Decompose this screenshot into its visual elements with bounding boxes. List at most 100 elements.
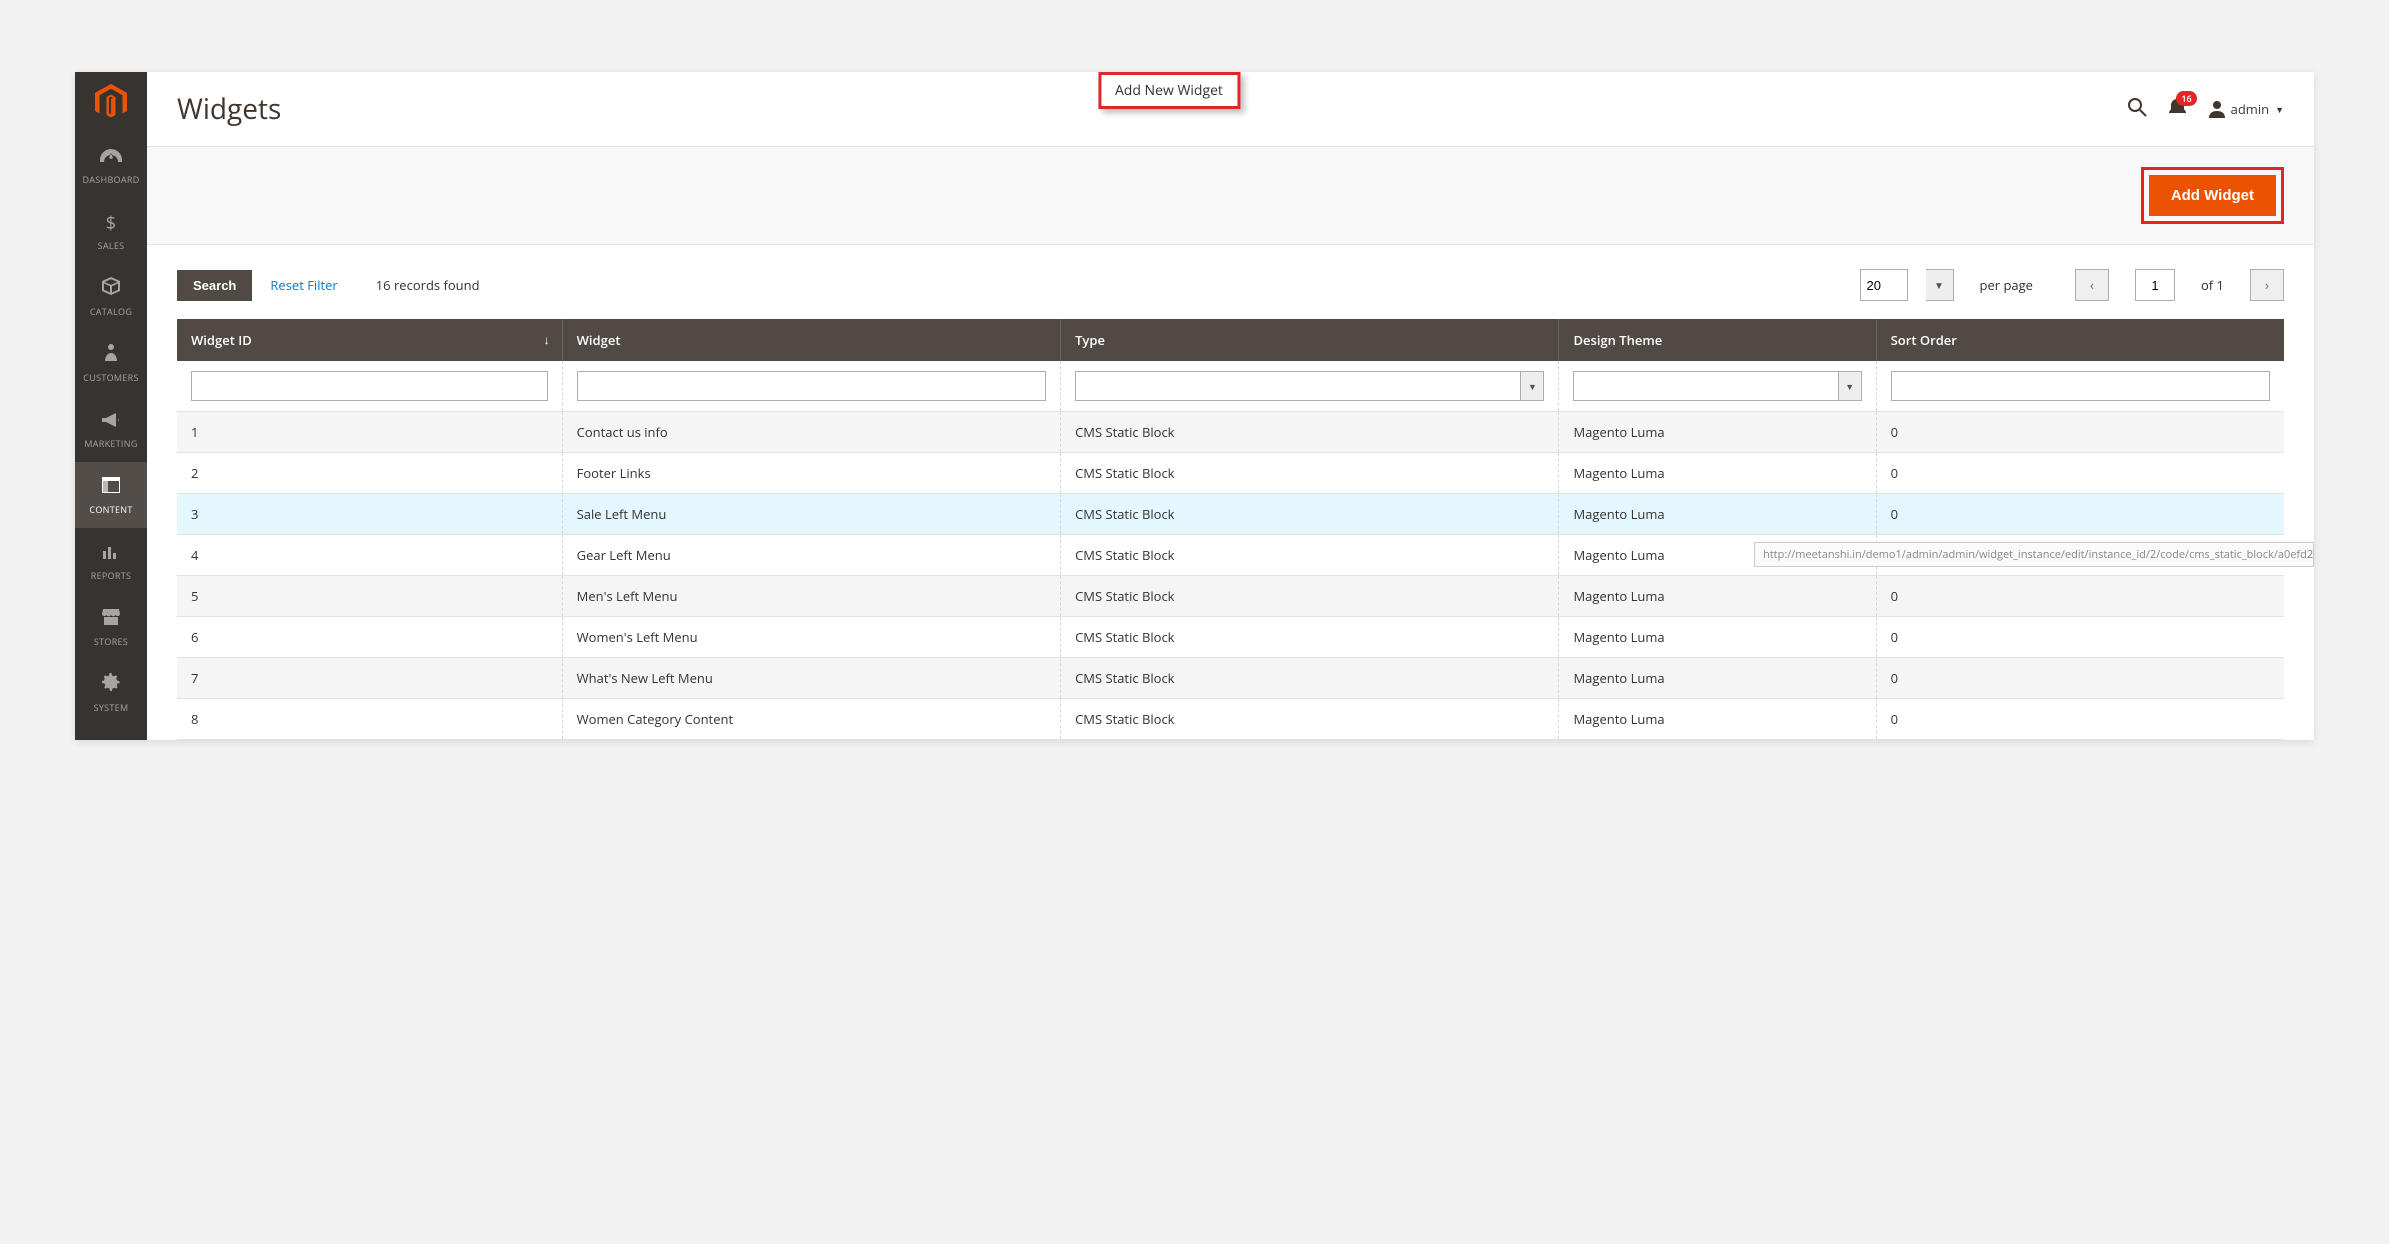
cell-widget: Women Category Content xyxy=(562,699,1060,740)
sidebar-item-catalog[interactable]: CATALOG xyxy=(75,264,147,330)
sidebar-item-label: MARKETING xyxy=(84,437,137,450)
table-row[interactable]: 7What's New Left MenuCMS Static BlockMag… xyxy=(177,658,2284,699)
cell-theme: Magento Luma xyxy=(1559,576,1876,617)
callout-add-new-widget: Add New Widget xyxy=(1098,72,1240,109)
widgets-table: Widget ID↓ Widget Type Design Theme Sort… xyxy=(177,319,2284,740)
cell-theme: Magento Luma xyxy=(1559,617,1876,658)
sidebar-item-dashboard[interactable]: DASHBOARD xyxy=(75,132,147,198)
cell-id: 2 xyxy=(177,453,562,494)
cell-type: CMS Static Block xyxy=(1061,576,1559,617)
table-row[interactable]: 2Footer LinksCMS Static BlockMagento Lum… xyxy=(177,453,2284,494)
prev-page-button[interactable]: ‹ xyxy=(2075,269,2109,301)
sidebar-item-label: CATALOG xyxy=(90,305,132,318)
cell-theme: Magento Luma xyxy=(1559,699,1876,740)
caret-down-icon: ▼ xyxy=(1520,371,1544,401)
column-header-theme[interactable]: Design Theme xyxy=(1559,319,1876,361)
user-icon xyxy=(2209,100,2225,118)
of-pages-label: of 1 xyxy=(2201,276,2224,294)
admin-user-menu[interactable]: admin ▼ xyxy=(2209,100,2284,118)
sidebar-item-stores[interactable]: STORES xyxy=(75,594,147,660)
sidebar-item-marketing[interactable]: MARKETING xyxy=(75,396,147,462)
cell-type: CMS Static Block xyxy=(1061,699,1559,740)
sidebar-item-label: CONTENT xyxy=(89,503,132,516)
bar-chart-icon xyxy=(103,541,119,565)
cell-type: CMS Static Block xyxy=(1061,658,1559,699)
cell-theme: Magento Luma xyxy=(1559,494,1876,535)
add-widget-button[interactable]: Add Widget xyxy=(2149,175,2276,216)
highlight-frame: Add Widget xyxy=(2141,167,2284,224)
table-header-row: Widget ID↓ Widget Type Design Theme Sort… xyxy=(177,319,2284,361)
gauge-icon xyxy=(100,145,122,169)
cell-type: CMS Static Block xyxy=(1061,535,1559,576)
filter-select-type[interactable] xyxy=(1075,371,1520,401)
per-page-dropdown-button[interactable]: ▼ xyxy=(1926,269,1954,301)
sidebar: DASHBOARD $ SALES CATALOG CUSTOMERS MARK… xyxy=(75,72,147,740)
filter-input-widget[interactable] xyxy=(577,371,1046,401)
cell-id: 1 xyxy=(177,412,562,453)
table-row[interactable]: 1Contact us infoCMS Static BlockMagento … xyxy=(177,412,2284,453)
cell-id: 8 xyxy=(177,699,562,740)
cell-sort: 0 xyxy=(1876,617,2284,658)
table-row[interactable]: 8Women Category ContentCMS Static BlockM… xyxy=(177,699,2284,740)
main-content: Widgets 16 admin ▼ Add Widget xyxy=(147,72,2314,740)
cell-type: CMS Static Block xyxy=(1061,617,1559,658)
filter-input-sort[interactable] xyxy=(1891,371,2270,401)
layout-icon xyxy=(102,475,120,499)
cell-widget: Women's Left Menu xyxy=(562,617,1060,658)
search-icon[interactable] xyxy=(2127,97,2147,121)
search-button[interactable]: Search xyxy=(177,270,252,301)
sidebar-item-label: DASHBOARD xyxy=(82,173,139,186)
notifications-icon[interactable]: 16 xyxy=(2169,97,2187,121)
header-actions: 16 admin ▼ xyxy=(2127,97,2284,121)
cell-widget: What's New Left Menu xyxy=(562,658,1060,699)
column-header-id[interactable]: Widget ID↓ xyxy=(177,319,562,361)
sidebar-item-sales[interactable]: $ SALES xyxy=(75,198,147,264)
next-page-button[interactable]: › xyxy=(2250,269,2284,301)
caret-down-icon: ▼ xyxy=(1838,371,1862,401)
magento-logo-icon xyxy=(95,84,127,120)
cell-sort: 0 xyxy=(1876,576,2284,617)
cell-theme: Magento Luma xyxy=(1559,453,1876,494)
gear-icon xyxy=(102,673,120,697)
per-page-input[interactable] xyxy=(1860,269,1908,301)
app-wrapper: Add New Widget DASHBOARD $ SALES CATALOG xyxy=(75,72,2314,740)
filter-select-theme[interactable] xyxy=(1573,371,1837,401)
cell-id: 7 xyxy=(177,658,562,699)
sidebar-item-label: STORES xyxy=(94,635,128,648)
cell-widget: Contact us info xyxy=(562,412,1060,453)
reset-filter-link[interactable]: Reset Filter xyxy=(270,276,337,294)
sidebar-item-reports[interactable]: REPORTS xyxy=(75,528,147,594)
page-input[interactable] xyxy=(2135,269,2175,301)
magento-logo[interactable] xyxy=(75,72,147,132)
sidebar-item-content[interactable]: CONTENT xyxy=(75,462,147,528)
sidebar-item-system[interactable]: SYSTEM xyxy=(75,660,147,726)
grid-controls: Search Reset Filter 16 records found ▼ p… xyxy=(147,245,2314,319)
sidebar-item-label: CUSTOMERS xyxy=(83,371,138,384)
cell-widget: Footer Links xyxy=(562,453,1060,494)
table-row[interactable]: 3Sale Left MenuCMS Static BlockMagento L… xyxy=(177,494,2284,535)
column-header-widget[interactable]: Widget xyxy=(562,319,1060,361)
dollar-icon: $ xyxy=(106,211,117,235)
cell-theme: Magento Luma xyxy=(1559,658,1876,699)
cell-id: 3 xyxy=(177,494,562,535)
page-title: Widgets xyxy=(177,90,281,128)
cell-type: CMS Static Block xyxy=(1061,412,1559,453)
sidebar-item-label: SALES xyxy=(98,239,125,252)
cell-sort: 0 xyxy=(1876,699,2284,740)
cell-widget: Gear Left Menu xyxy=(562,535,1060,576)
cell-id: 4 xyxy=(177,535,562,576)
table-row[interactable]: 6Women's Left MenuCMS Static BlockMagent… xyxy=(177,617,2284,658)
filter-input-id[interactable] xyxy=(191,371,548,401)
cell-theme: Magento Luma xyxy=(1559,412,1876,453)
sidebar-item-customers[interactable]: CUSTOMERS xyxy=(75,330,147,396)
cell-type: CMS Static Block xyxy=(1061,494,1559,535)
filter-row: ▼ ▼ xyxy=(177,361,2284,412)
column-header-sort[interactable]: Sort Order xyxy=(1876,319,2284,361)
admin-user-label: admin xyxy=(2231,100,2269,118)
per-page-label: per page xyxy=(1980,276,2033,294)
store-icon xyxy=(102,607,120,631)
sidebar-item-label: SYSTEM xyxy=(94,701,129,714)
cell-sort: 0 xyxy=(1876,453,2284,494)
column-header-type[interactable]: Type xyxy=(1061,319,1559,361)
table-row[interactable]: 5Men's Left MenuCMS Static BlockMagento … xyxy=(177,576,2284,617)
